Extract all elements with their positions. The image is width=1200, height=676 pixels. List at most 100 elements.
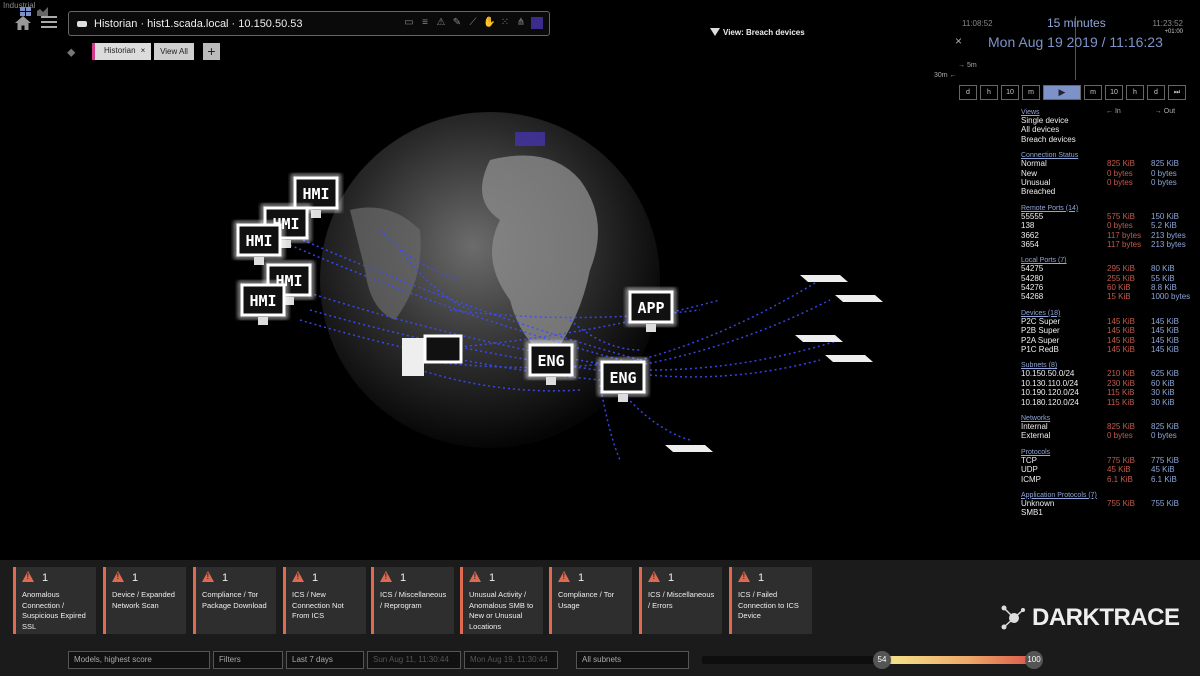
stats-row[interactable]: 10.150.50.0/24 210 KiB 625 KiB (1021, 369, 1196, 378)
alert-card[interactable]: 1 ICS / Miscellaneous/ Reprogram (371, 567, 454, 634)
stats-section-header[interactable]: Subnets (8) (1021, 362, 1196, 369)
alert-card[interactable]: 1 ICS / FailedConnection to ICSDevice (729, 567, 812, 634)
alert-card[interactable]: 1 ICS / NewConnection NotFrom ICS (283, 567, 366, 634)
stats-section-header[interactable]: Devices (18) (1021, 310, 1196, 317)
tag-chip[interactable]: Historian × (92, 43, 152, 60)
view-option[interactable]: Breach devices (1021, 135, 1196, 144)
view-option[interactable]: Single device (1021, 116, 1196, 125)
step-button[interactable]: h (980, 85, 998, 100)
alert-card[interactable]: 1 Device / ExpandedNetwork Scan (103, 567, 186, 634)
step-button[interactable]: h (1126, 85, 1144, 100)
stats-row[interactable]: Internal 825 KiB 825 KiB (1021, 422, 1196, 431)
menu-icon[interactable] (41, 16, 57, 29)
server-node[interactable] (825, 355, 873, 362)
stats-row[interactable]: P2A Super 145 KiB 145 KiB (1021, 336, 1196, 345)
device-node[interactable]: HMI (238, 281, 288, 325)
play-button[interactable]: ▶ (1043, 85, 1081, 100)
filters-select[interactable]: Filters (213, 651, 283, 669)
to-date[interactable]: Mon Aug 19, 11:30:44 (464, 651, 558, 669)
active-view-icon[interactable] (531, 17, 543, 29)
server-node[interactable] (835, 295, 883, 302)
stats-section-header[interactable]: Connection Status (1021, 152, 1196, 159)
close-icon[interactable]: × (955, 34, 962, 48)
stats-row[interactable]: External 0 bytes 0 bytes (1021, 431, 1196, 440)
stats-row[interactable]: Unusual 0 bytes 0 bytes (1021, 178, 1196, 187)
from-date[interactable]: Sun Aug 11, 11:30:44 (367, 651, 461, 669)
device-node[interactable]: APP (626, 288, 676, 332)
stats-section-header[interactable]: Local Ports (7) (1021, 257, 1196, 264)
step-button[interactable]: d (959, 85, 977, 100)
alert-card[interactable]: 1 Compliance / TorPackage Download (193, 567, 276, 634)
step-button[interactable]: m (1022, 85, 1040, 100)
alert-card[interactable]: 1 AnomalousConnection /Suspicious Expired… (13, 567, 96, 634)
step-button[interactable]: d (1147, 85, 1165, 100)
monitor-node[interactable] (423, 334, 463, 364)
device-node[interactable]: ENG (526, 341, 576, 385)
stats-row[interactable]: P2B Super 145 KiB 145 KiB (1021, 326, 1196, 335)
stats-row[interactable]: SMB1 (1021, 508, 1196, 517)
stats-row[interactable]: Breached (1021, 187, 1196, 196)
step-button[interactable]: 10 (1105, 85, 1123, 100)
stats-row[interactable]: UDP 45 KiB 45 KiB (1021, 465, 1196, 474)
alert-card[interactable]: 1 Compliance / TorUsage (549, 567, 632, 634)
stats-row[interactable]: New 0 bytes 0 bytes (1021, 169, 1196, 178)
tag-remove-icon[interactable]: × (141, 46, 146, 55)
list-icon[interactable]: ≡ (419, 17, 431, 29)
view-option[interactable]: All devices (1021, 125, 1196, 134)
scatter-icon[interactable]: ⁙ (499, 17, 511, 29)
score-min-handle[interactable]: 54 (873, 651, 891, 669)
stats-row[interactable]: 54268 15 KiB 1000 bytes (1021, 292, 1196, 301)
stats-row[interactable]: 54280 255 KiB 55 KiB (1021, 274, 1196, 283)
server-node[interactable] (800, 275, 848, 282)
step-button[interactable]: ⏭ (1168, 85, 1186, 100)
step-button[interactable]: m (1084, 85, 1102, 100)
stats-section-header[interactable]: Protocols (1021, 449, 1196, 456)
stats-row[interactable]: ICMP 6.1 KiB 6.1 KiB (1021, 475, 1196, 484)
stats-section-header[interactable]: Application Protocols (7) (1021, 492, 1196, 499)
stats-row[interactable]: 10.190.120.0/24 115 KiB 30 KiB (1021, 388, 1196, 397)
stats-row[interactable]: Unknown 755 KiB 755 KiB (1021, 499, 1196, 508)
stats-row[interactable]: TCP 775 KiB 775 KiB (1021, 456, 1196, 465)
score-range-slider[interactable] (702, 656, 1042, 664)
graph-icon[interactable]: ⟋ (467, 17, 479, 29)
score-max-handle[interactable]: 100 (1025, 651, 1043, 669)
warning-icon[interactable]: ⚠ (435, 17, 447, 29)
stats-row[interactable]: Normal 825 KiB 825 KiB (1021, 159, 1196, 168)
grid-view-icon[interactable] (20, 7, 31, 16)
stats-row[interactable]: P1C RedB 145 KiB 145 KiB (1021, 345, 1196, 354)
device-node[interactable]: ENG (598, 358, 648, 402)
network-visualization[interactable]: HMIHMIHMIHMIHMI APPENGENG (220, 60, 920, 550)
alert-card[interactable]: 1 Unusual Activity /Anomalous SMB toNew o… (460, 567, 543, 634)
sort-select[interactable]: Models, highest score (68, 651, 210, 669)
stats-section-header[interactable]: Remote Ports (14) (1021, 205, 1196, 212)
stats-row[interactable]: 54276 60 KiB 8.8 KiB (1021, 283, 1196, 292)
server-node[interactable] (795, 335, 843, 342)
view-all-button[interactable]: View All (154, 43, 194, 60)
period-select[interactable]: Last 7 days (286, 651, 364, 669)
view-filter[interactable]: View: Breach devices (710, 28, 805, 37)
tag-icon[interactable]: ⬥ (67, 45, 83, 59)
alert-card[interactable]: 1 ICS / Miscellaneous/ Errors (639, 567, 722, 634)
stats-row[interactable]: 10.180.120.0/24 115 KiB 30 KiB (1021, 398, 1196, 407)
hand-icon[interactable]: ✋ (483, 17, 495, 29)
server-node[interactable] (665, 445, 713, 452)
plc-node[interactable] (402, 338, 424, 376)
device-node[interactable]: HMI (234, 221, 284, 265)
subnets-select[interactable]: All subnets (576, 651, 689, 669)
step-button[interactable]: 10 (1001, 85, 1019, 100)
home-icon[interactable] (14, 15, 32, 31)
add-tag-button[interactable]: + (203, 43, 220, 60)
stats-row[interactable]: 3654 117 bytes 213 bytes (1021, 240, 1196, 249)
stats-section-header[interactable]: Networks (1021, 415, 1196, 422)
stats-row[interactable]: 3662 117 bytes 213 bytes (1021, 231, 1196, 240)
stats-row[interactable]: P2C Super 145 KiB 145 KiB (1021, 317, 1196, 326)
stats-row[interactable]: 138 0 bytes 5.2 KiB (1021, 221, 1196, 230)
chart-view-icon[interactable] (37, 7, 48, 16)
network-icon[interactable]: ⋔ (515, 17, 527, 29)
time-range[interactable]: 15 minutes (1047, 16, 1106, 30)
stats-row[interactable]: 55555 575 KiB 150 KiB (1021, 212, 1196, 221)
search-input[interactable]: Historian · hist1.scada.local · 10.150.5… (68, 11, 550, 36)
stats-row[interactable]: 54275 295 KiB 80 KiB (1021, 264, 1196, 273)
screen-icon[interactable]: ▭ (403, 17, 415, 29)
stats-row[interactable]: 10.130.110.0/24 230 KiB 60 KiB (1021, 379, 1196, 388)
